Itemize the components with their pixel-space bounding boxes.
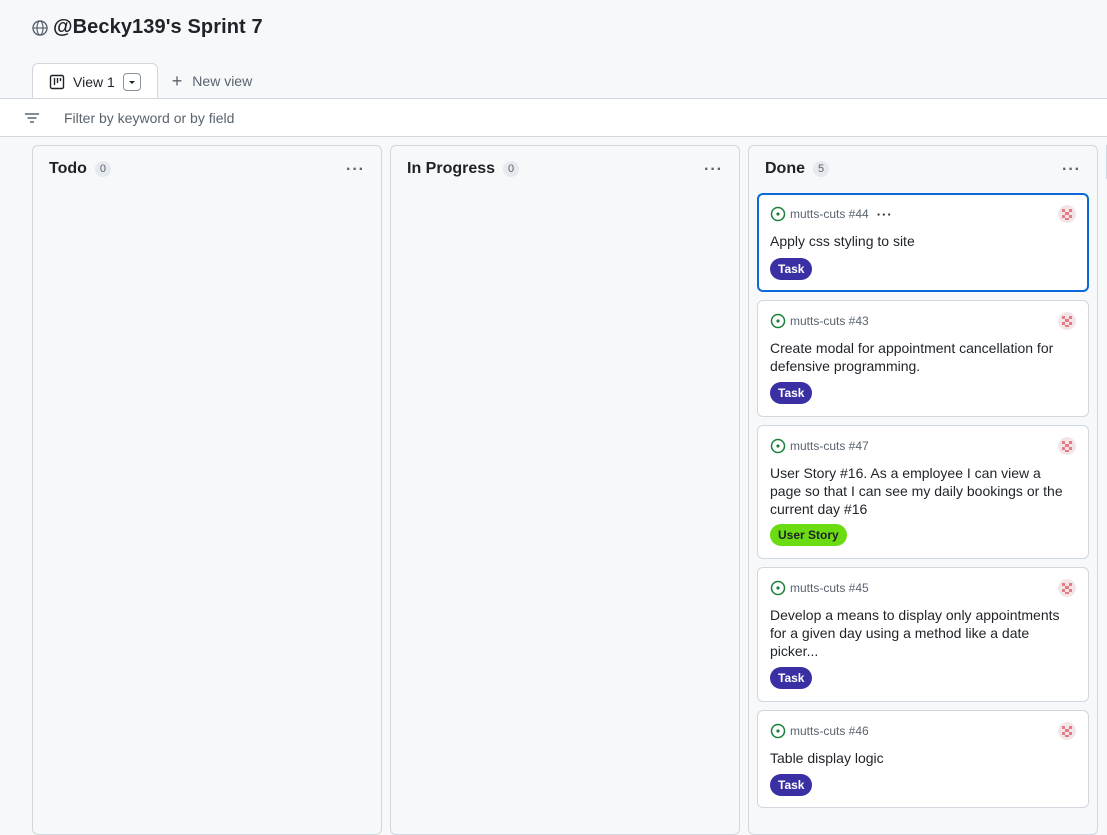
- filter-bar: [0, 98, 1107, 137]
- column-header: In Progress 0: [407, 160, 520, 178]
- avatar: [1058, 579, 1076, 597]
- board-icon: [49, 74, 65, 90]
- card-title[interactable]: Table display logic: [770, 749, 1070, 767]
- column-name: Done: [765, 160, 805, 177]
- open-issue-icon: [770, 313, 786, 329]
- label-badge: Task: [770, 382, 813, 404]
- column-count: 0: [503, 161, 520, 177]
- column-in-progress: In Progress 0 ···: [390, 145, 740, 835]
- label-badge: User Story: [770, 524, 847, 546]
- column-header: Todo 0: [49, 160, 111, 178]
- new-view-label: New view: [192, 72, 253, 89]
- open-issue-icon: [770, 206, 786, 222]
- card-title[interactable]: Apply css styling to site: [770, 232, 1070, 250]
- label-badge: Task: [770, 667, 813, 689]
- card-meta: mutts-cuts #46: [770, 723, 869, 739]
- card-more-button[interactable]: ···: [877, 207, 893, 222]
- issue-card[interactable]: mutts-cuts #44 ··· Apply css styling to …: [757, 193, 1089, 292]
- column-name: Todo: [49, 160, 87, 177]
- column-done: Done 5 ··· mutts-cuts #44 ··· Apply css …: [748, 145, 1098, 835]
- avatar: [1058, 437, 1076, 455]
- avatar: [1058, 312, 1076, 330]
- label-badge: Task: [770, 774, 813, 796]
- column-count: 5: [813, 161, 829, 177]
- issue-card[interactable]: mutts-cuts #43 Create modal for appointm…: [757, 300, 1089, 417]
- filter-icon[interactable]: [24, 110, 40, 126]
- column-count: 0: [94, 161, 111, 177]
- open-issue-icon: [770, 438, 786, 454]
- column-header: Done 5: [765, 160, 829, 178]
- filter-input[interactable]: [62, 108, 462, 127]
- issue-ref[interactable]: mutts-cuts #46: [790, 724, 869, 738]
- label-badge: Task: [770, 258, 813, 280]
- card-title[interactable]: Create modal for appointment cancellatio…: [770, 339, 1070, 375]
- column-name: In Progress: [407, 160, 496, 177]
- tab-view-1-label: View 1: [73, 74, 115, 90]
- plus-icon: +: [171, 70, 183, 91]
- card-meta: mutts-cuts #44 ···: [770, 206, 893, 222]
- issue-ref[interactable]: mutts-cuts #44: [790, 207, 869, 221]
- card-meta: mutts-cuts #45: [770, 580, 869, 596]
- open-issue-icon: [770, 580, 786, 596]
- title-row: @Becky139's Sprint 7: [31, 16, 263, 39]
- avatar: [1058, 722, 1076, 740]
- issue-ref[interactable]: mutts-cuts #43: [790, 314, 869, 328]
- issue-card[interactable]: mutts-cuts #47 User Story #16. As a empl…: [757, 425, 1089, 559]
- open-issue-icon: [770, 723, 786, 739]
- page-title: @Becky139's Sprint 7: [53, 16, 263, 38]
- column-menu-button[interactable]: ···: [1062, 162, 1081, 178]
- issue-ref[interactable]: mutts-cuts #47: [790, 439, 869, 453]
- tab-view-1[interactable]: View 1: [32, 63, 158, 100]
- card-title[interactable]: User Story #16. As a employee I can view…: [770, 464, 1070, 518]
- caret-down-icon: [128, 81, 135, 84]
- column-menu-button[interactable]: ···: [704, 162, 723, 178]
- project-header: @Becky139's Sprint 7 View 1 + New view: [0, 0, 1107, 100]
- new-view-button[interactable]: + New view: [172, 62, 252, 99]
- avatar: [1058, 205, 1076, 223]
- card-meta: mutts-cuts #43: [770, 313, 869, 329]
- globe-icon: [31, 19, 49, 37]
- issue-card[interactable]: mutts-cuts #46 Table display logic Task: [757, 710, 1089, 808]
- card-title[interactable]: Develop a means to display only appointm…: [770, 606, 1070, 660]
- column-todo: Todo 0 ···: [32, 145, 382, 835]
- column-menu-button[interactable]: ···: [346, 162, 365, 178]
- view-options-button[interactable]: [122, 73, 141, 91]
- issue-card[interactable]: mutts-cuts #45 Develop a means to displa…: [757, 567, 1089, 702]
- view-tabs: View 1 + New view: [32, 62, 252, 100]
- issue-ref[interactable]: mutts-cuts #45: [790, 581, 869, 595]
- card-meta: mutts-cuts #47: [770, 438, 869, 454]
